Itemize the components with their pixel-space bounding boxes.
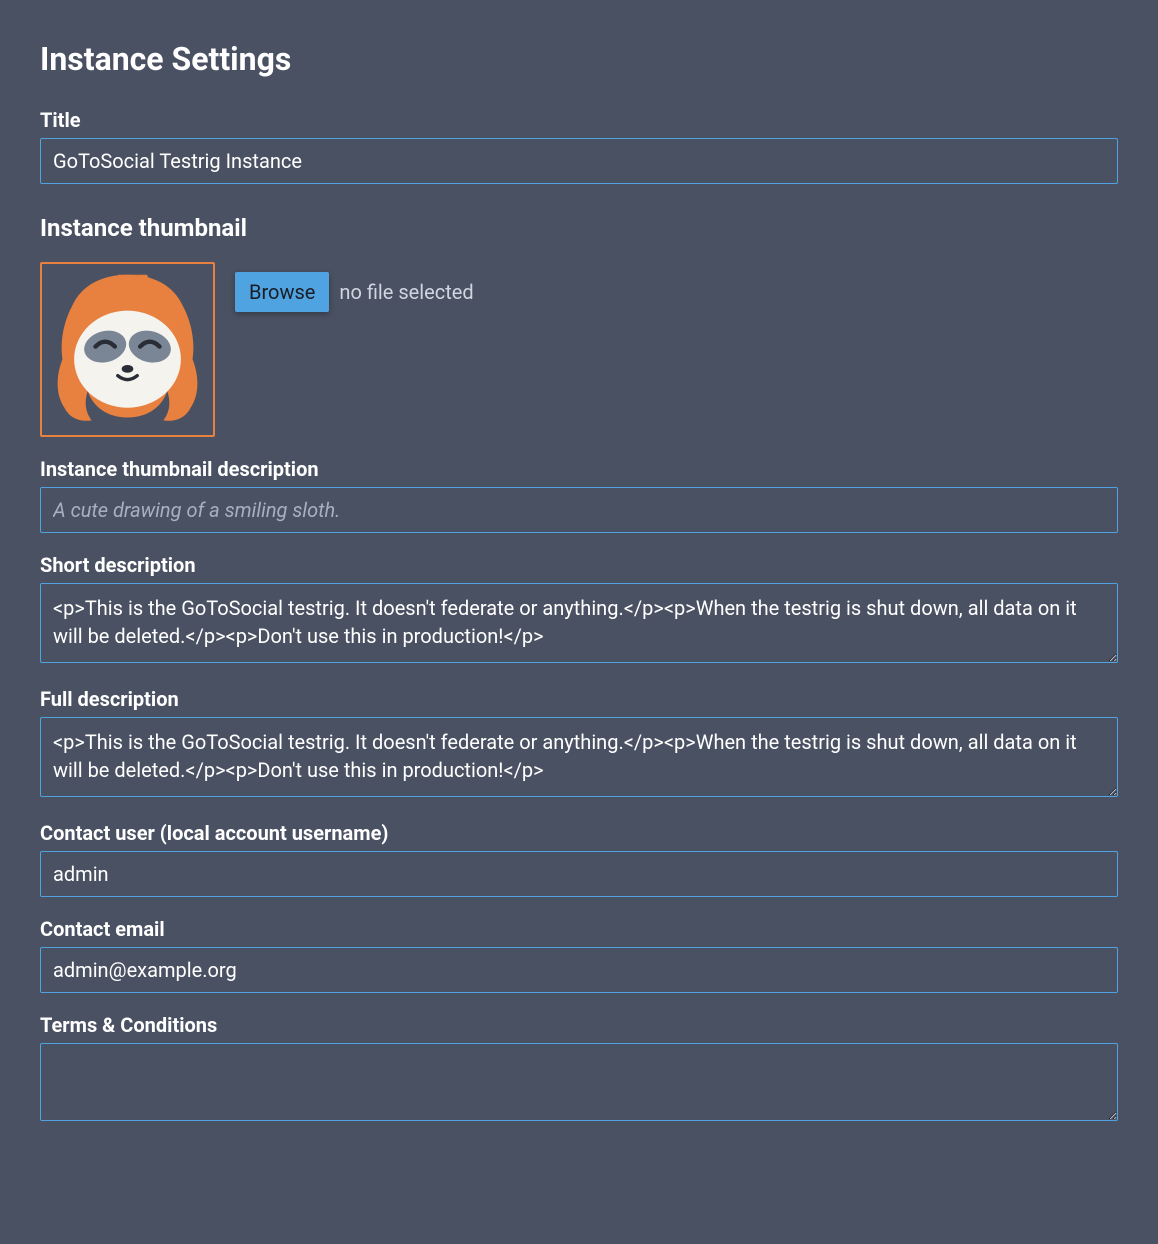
full-desc-input[interactable]: <p>This is the GoToSocial testrig. It do… xyxy=(40,717,1118,797)
title-label: Title xyxy=(40,108,1118,132)
terms-group: Terms & Conditions xyxy=(40,1013,1118,1125)
short-desc-group: Short description <p>This is the GoToSoc… xyxy=(40,553,1118,667)
full-desc-group: Full description <p>This is the GoToSoci… xyxy=(40,687,1118,801)
contact-user-label: Contact user (local account username) xyxy=(40,821,1118,845)
contact-email-label: Contact email xyxy=(40,917,1118,941)
sloth-avatar-icon xyxy=(45,267,210,432)
thumbnail-desc-label: Instance thumbnail description xyxy=(40,457,1118,481)
page-title: Instance Settings xyxy=(40,40,1118,78)
contact-user-group: Contact user (local account username) xyxy=(40,821,1118,897)
thumbnail-preview xyxy=(40,262,215,437)
terms-input[interactable] xyxy=(40,1043,1118,1121)
file-status: no file selected xyxy=(339,280,473,304)
browse-row: Browse no file selected xyxy=(235,262,474,312)
short-desc-label: Short description xyxy=(40,553,1118,577)
browse-button[interactable]: Browse xyxy=(235,272,329,312)
contact-email-group: Contact email xyxy=(40,917,1118,993)
title-field-group: Title xyxy=(40,108,1118,184)
thumbnail-heading: Instance thumbnail xyxy=(40,214,1118,242)
title-input[interactable] xyxy=(40,138,1118,184)
short-desc-input[interactable]: <p>This is the GoToSocial testrig. It do… xyxy=(40,583,1118,663)
thumbnail-row: Browse no file selected xyxy=(40,262,1118,437)
full-desc-label: Full description xyxy=(40,687,1118,711)
contact-user-input[interactable] xyxy=(40,851,1118,897)
contact-email-input[interactable] xyxy=(40,947,1118,993)
terms-label: Terms & Conditions xyxy=(40,1013,1118,1037)
thumbnail-desc-input[interactable] xyxy=(40,487,1118,533)
thumbnail-desc-group: Instance thumbnail description xyxy=(40,457,1118,533)
